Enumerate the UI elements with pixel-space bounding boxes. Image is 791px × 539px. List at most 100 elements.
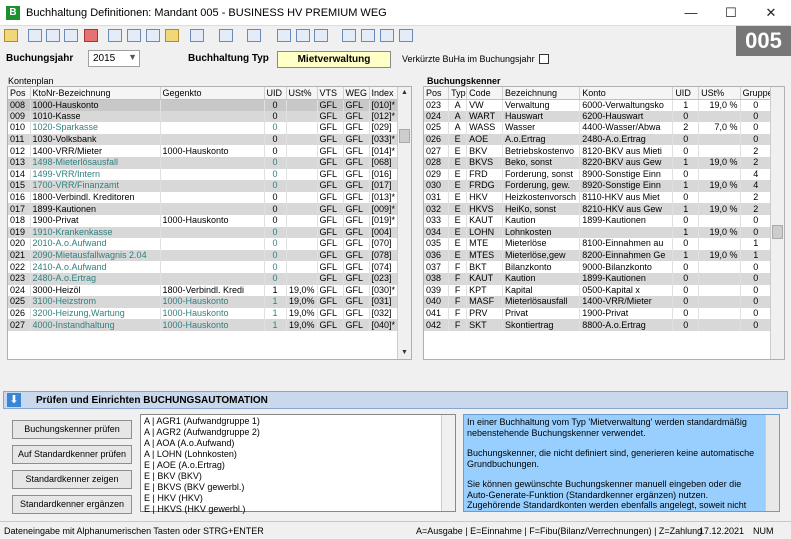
table-cell[interactable]: 0 — [740, 122, 773, 134]
table-cell[interactable]: 9000-Bilanzkonto — [579, 261, 674, 273]
table-cell[interactable]: [019]* — [369, 214, 400, 227]
table-row[interactable]: 041 F PRV Privat 1900-Privat 0 0 — [424, 307, 773, 320]
table-cell[interactable] — [286, 156, 318, 169]
table-cell[interactable]: [013]* — [369, 191, 400, 204]
table-cell[interactable]: GFL — [317, 110, 344, 123]
table-cell[interactable]: E — [448, 145, 468, 157]
table-cell[interactable]: 026 — [424, 133, 450, 146]
table-row[interactable]: 026 E AOE A.o.Ertrag 2480-A.o.Ertrag 0 0 — [424, 133, 773, 146]
table-cell[interactable]: Betriebskostenvo — [502, 145, 581, 157]
table-cell[interactable]: Kaution — [502, 272, 581, 285]
table-cell[interactable]: GFL — [317, 272, 344, 285]
table-cell[interactable]: 0 — [264, 168, 287, 181]
kontenplan-scrollbar[interactable]: ▲ ▼ — [397, 87, 411, 359]
table-cell[interactable]: E — [448, 226, 468, 239]
table-cell[interactable]: GFL — [343, 168, 370, 181]
table-cell[interactable]: E — [448, 133, 468, 146]
table-cell[interactable]: 8200-Einnahmen Ge — [579, 249, 674, 262]
table-cell[interactable]: Verwaltung — [502, 99, 581, 111]
table-cell[interactable]: 1 — [672, 180, 700, 192]
list-item[interactable]: A | AGR2 (Aufwandgruppe 2) — [144, 427, 260, 437]
table-cell[interactable]: GFL — [343, 191, 370, 204]
table-row[interactable]: 027 4000-Instandhaltung 1000-Hauskonto 1 19,… — [8, 319, 400, 331]
table-cell[interactable] — [698, 272, 741, 285]
delete-row-icon[interactable] — [84, 29, 98, 42]
table-cell[interactable] — [160, 168, 265, 181]
list-item[interactable]: E | HKVS (HKV gewerbl.) — [144, 504, 245, 514]
table-cell[interactable]: 19,0 % — [698, 99, 741, 111]
table-cell[interactable]: LOHN — [466, 226, 503, 239]
table-cell[interactable] — [160, 110, 265, 123]
table-cell[interactable]: 037 — [424, 261, 450, 273]
paste-icon[interactable] — [165, 29, 179, 42]
table-cell[interactable]: GFL — [343, 110, 370, 123]
table-cell[interactable]: 0 — [672, 168, 700, 181]
table-row[interactable]: 042 F SKT Skontiertrag 8800-A.o.Ertrag 0 0 — [424, 319, 773, 331]
insert-row-icon[interactable] — [46, 29, 60, 42]
table-cell[interactable]: 1000-Hauskonto — [160, 296, 265, 308]
table-cell[interactable]: GFL — [317, 214, 344, 227]
table-cell[interactable]: 016 — [8, 191, 31, 204]
table-cell[interactable]: 040 — [424, 296, 450, 308]
table-cell[interactable]: 1400-VRR/Mieter — [30, 145, 161, 157]
table-cell[interactable] — [286, 99, 318, 111]
table-cell[interactable]: 0 — [264, 191, 287, 204]
table-cell[interactable]: E — [448, 168, 468, 181]
table-cell[interactable]: 041 — [424, 307, 450, 320]
table-cell[interactable]: 1000-Hauskonto — [30, 99, 161, 111]
table-cell[interactable]: GFL — [343, 180, 370, 192]
table-cell[interactable]: F — [448, 307, 468, 320]
table-cell[interactable] — [286, 214, 318, 227]
import-icon[interactable] — [380, 29, 394, 42]
show-standard-button[interactable]: Standardkenner zeigen — [12, 470, 132, 489]
list-item[interactable]: E | HKV (HKV) — [144, 493, 203, 503]
standard-kenner-list[interactable]: A | AGR1 (Aufwandgruppe 1) A | AGR2 (Auf… — [140, 414, 456, 514]
table-cell[interactable]: 1 — [264, 307, 287, 320]
table-cell[interactable]: [030]* — [369, 284, 400, 297]
table-cell[interactable]: 0 — [672, 145, 700, 157]
table-cell[interactable]: 0 — [672, 307, 700, 320]
table-cell[interactable] — [286, 168, 318, 181]
close-button[interactable]: ✕ — [751, 0, 791, 26]
table-cell[interactable]: 013 — [8, 156, 31, 169]
table-cell[interactable]: 017 — [8, 203, 31, 215]
table-row[interactable]: 034 E LOHN Lohnkosten 1 19,0 % 0 — [424, 226, 773, 239]
table-cell[interactable] — [160, 249, 265, 262]
table-cell[interactable]: 1 — [672, 156, 700, 169]
table-cell[interactable]: 008 — [8, 99, 31, 111]
table-cell[interactable]: 2 — [740, 156, 773, 169]
table-row[interactable]: 015 1700-VRR/Finanzamt 0 GFL GFL [017] — [8, 180, 400, 192]
table-cell[interactable]: 1498-Mieterlösausfall — [30, 156, 161, 169]
table-cell[interactable]: 0 — [672, 284, 700, 297]
table-row[interactable]: 008 1000-Hauskonto 0 GFL GFL [010]* — [8, 99, 400, 111]
table-row[interactable]: 023 A VW Verwaltung 6000-Verwaltungsko 1 19,0 … — [424, 99, 773, 111]
table-cell[interactable]: [029] — [369, 122, 400, 134]
table-cell[interactable]: 1910-Krankenkasse — [30, 226, 161, 239]
table-cell[interactable]: GFL — [317, 296, 344, 308]
edit-icon[interactable] — [108, 29, 122, 42]
table-cell[interactable]: Kapital — [502, 284, 581, 297]
table-cell[interactable]: [023] — [369, 272, 400, 285]
table-cell[interactable]: 1020-Sparkasse — [30, 122, 161, 134]
table-row[interactable]: 027 E BKV Betriebskostenvo 8120-BKV aus Miet… — [424, 145, 773, 157]
table-cell[interactable]: 029 — [424, 168, 450, 181]
table-cell[interactable]: 0 — [672, 133, 700, 146]
table-cell[interactable]: Bilanzkonto — [502, 261, 581, 273]
list-item[interactable]: A | AGR1 (Aufwandgruppe 1) — [144, 416, 260, 426]
table-cell[interactable]: GFL — [343, 261, 370, 273]
table-cell[interactable]: 0 — [264, 261, 287, 273]
table-row[interactable]: 019 1910-Krankenkasse 0 GFL GFL [004] — [8, 226, 400, 239]
table-cell[interactable]: 0 — [672, 110, 700, 123]
table-row[interactable]: 028 E BKVS Beko, sonst 8220-BKV aus Gew 1 19,0… — [424, 156, 773, 169]
print-preview-icon[interactable] — [277, 29, 291, 42]
table-cell[interactable]: 1899-Kautionen — [579, 272, 674, 285]
table-row[interactable]: 024 A WART Hauswart 6200-Hauswart 0 0 — [424, 110, 773, 123]
table-cell[interactable]: 8100-Einnahmen au — [579, 238, 674, 250]
table-cell[interactable]: A — [448, 110, 468, 123]
table-cell[interactable]: F — [448, 272, 468, 285]
table-cell[interactable]: GFL — [343, 319, 370, 331]
table-cell[interactable]: E — [448, 180, 468, 192]
table-cell[interactable]: 1800-Verbindl. Kredi — [160, 284, 265, 297]
table-cell[interactable]: 026 — [8, 307, 31, 320]
table-cell[interactable] — [698, 168, 741, 181]
